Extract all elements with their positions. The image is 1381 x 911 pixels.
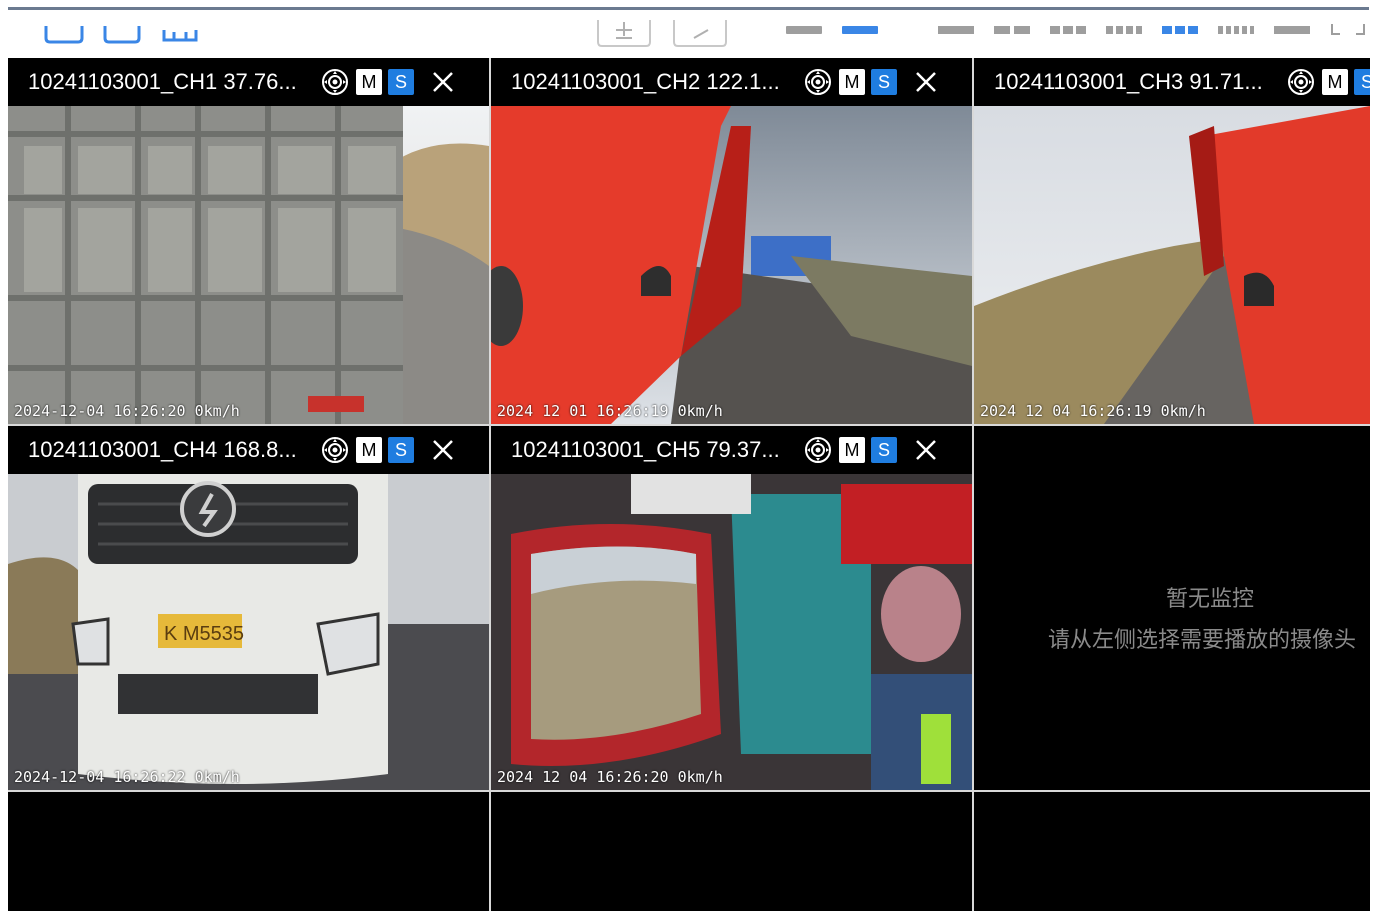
link-icon[interactable] — [672, 16, 728, 50]
close-icon[interactable] — [913, 69, 939, 95]
tile-controls: M S — [803, 436, 939, 464]
ptz-target-icon[interactable] — [1286, 67, 1316, 97]
tile-header: 10241103001_CH5 79.37... M S — [491, 426, 972, 474]
channel-title: 10241103001_CH2 122.1... — [511, 69, 780, 94]
fullscreen-icon[interactable] — [1330, 22, 1366, 36]
sub-stream-button[interactable]: S — [1354, 69, 1370, 95]
main-stream-button[interactable]: M — [356, 69, 382, 95]
license-plate-text: K M5535 — [164, 623, 244, 645]
close-icon[interactable] — [430, 69, 456, 95]
layout-9-icon[interactable] — [1162, 26, 1198, 34]
layout-16-icon[interactable] — [1218, 26, 1254, 34]
monitor-icon[interactable] — [44, 24, 84, 44]
layout-9-icon-inactive[interactable] — [1106, 26, 1142, 34]
layout-2-icon[interactable] — [842, 26, 878, 34]
layout-8-icon[interactable] — [1050, 26, 1086, 34]
download-icon[interactable] — [596, 16, 652, 50]
sub-stream-button[interactable]: S — [871, 69, 897, 95]
main-stream-button[interactable]: M — [1322, 69, 1348, 95]
grid-divider — [972, 58, 974, 911]
close-icon[interactable] — [430, 437, 456, 463]
ptz-target-icon[interactable] — [803, 435, 833, 465]
ptz-target-icon[interactable] — [320, 67, 350, 97]
video-feed[interactable]: 2024 12 04 16:26:20 0km/h — [491, 474, 972, 790]
video-tile-empty[interactable] — [974, 792, 1370, 911]
empty-hint: 请从左侧选择需要播放的摄像头 — [1048, 628, 1357, 653]
video-tile-empty[interactable] — [8, 792, 489, 911]
video-feed[interactable]: 2024 12 01 16:26:19 0km/h — [491, 106, 972, 424]
layout-custom-icon[interactable] — [1274, 26, 1310, 34]
video-tile-ch5[interactable]: 10241103001_CH5 79.37... M S 2024 12 04 … — [491, 426, 972, 790]
channel-title: 10241103001_CH1 37.76... — [28, 69, 297, 94]
grid-divider — [8, 790, 1370, 792]
camera-frame-rear-cargo — [8, 106, 489, 424]
tile-header: 10241103001_CH4 168.8... M S — [8, 426, 489, 474]
ptz-target-icon[interactable] — [803, 67, 833, 97]
camera-frame-right-side — [974, 106, 1370, 424]
video-tile-empty[interactable] — [491, 792, 972, 911]
sub-stream-button[interactable]: S — [388, 69, 414, 95]
video-tile-ch1[interactable]: 10241103001_CH1 37.76... M S 2024-12-04 … — [8, 58, 489, 424]
window-icon[interactable] — [103, 24, 141, 44]
video-tile-empty[interactable]: 暂无监控 请从左侧选择需要播放的摄像头 — [974, 426, 1370, 790]
camera-frame-front-truck: K M5535 — [8, 474, 489, 790]
tile-controls: M S — [320, 436, 456, 464]
video-timestamp: 2024-12-04 16:26:22 0km/h — [14, 768, 240, 786]
video-feed[interactable]: K M5535 2024-12-04 16:26:22 0km/h — [8, 474, 489, 790]
tile-controls: M S — [803, 68, 939, 96]
video-tile-ch4[interactable]: 10241103001_CH4 168.8... M S K M5535 202… — [8, 426, 489, 790]
video-timestamp: 2024 12 01 16:26:19 0km/h — [497, 402, 723, 420]
video-grid: 10241103001_CH1 37.76... M S 2024-12-04 … — [8, 58, 1370, 911]
main-stream-button[interactable]: M — [839, 69, 865, 95]
tile-controls: M S — [320, 68, 456, 96]
layout-1-icon[interactable] — [786, 26, 822, 34]
main-stream-button[interactable]: M — [839, 437, 865, 463]
table-icon[interactable] — [162, 24, 198, 44]
camera-frame-left-side — [491, 106, 972, 424]
video-feed[interactable]: 2024 12 04 16:26:19 0km/h — [974, 106, 1370, 424]
video-tile-ch2[interactable]: 10241103001_CH2 122.1... M S 2024 12 01 … — [491, 58, 972, 424]
toolbar — [0, 10, 1381, 58]
video-timestamp: 2024 12 04 16:26:19 0km/h — [980, 402, 1206, 420]
tile-header: 10241103001_CH3 91.71... M S — [974, 58, 1370, 106]
ptz-target-icon[interactable] — [320, 435, 350, 465]
empty-title: 暂无监控 — [1166, 587, 1255, 612]
grid-divider — [489, 58, 491, 911]
layout-4-icon[interactable] — [938, 26, 974, 34]
grid-divider — [8, 424, 1370, 426]
camera-frame-cab-interior — [491, 474, 972, 790]
layout-6-icon[interactable] — [994, 26, 1030, 34]
tile-header: 10241103001_CH1 37.76... M S — [8, 58, 489, 106]
close-icon[interactable] — [913, 437, 939, 463]
channel-title: 10241103001_CH5 79.37... — [511, 437, 780, 462]
tile-controls: M S — [1286, 68, 1370, 96]
tile-header: 10241103001_CH2 122.1... M S — [491, 58, 972, 106]
video-feed[interactable]: 2024-12-04 16:26:20 0km/h — [8, 106, 489, 424]
main-stream-button[interactable]: M — [356, 437, 382, 463]
sub-stream-button[interactable]: S — [871, 437, 897, 463]
sub-stream-button[interactable]: S — [388, 437, 414, 463]
video-timestamp: 2024-12-04 16:26:20 0km/h — [14, 402, 240, 420]
video-timestamp: 2024 12 04 16:26:20 0km/h — [497, 768, 723, 786]
channel-title: 10241103001_CH4 168.8... — [28, 437, 297, 462]
channel-title: 10241103001_CH3 91.71... — [994, 69, 1263, 94]
video-tile-ch3[interactable]: 10241103001_CH3 91.71... M S 2024 12 04 … — [974, 58, 1370, 424]
